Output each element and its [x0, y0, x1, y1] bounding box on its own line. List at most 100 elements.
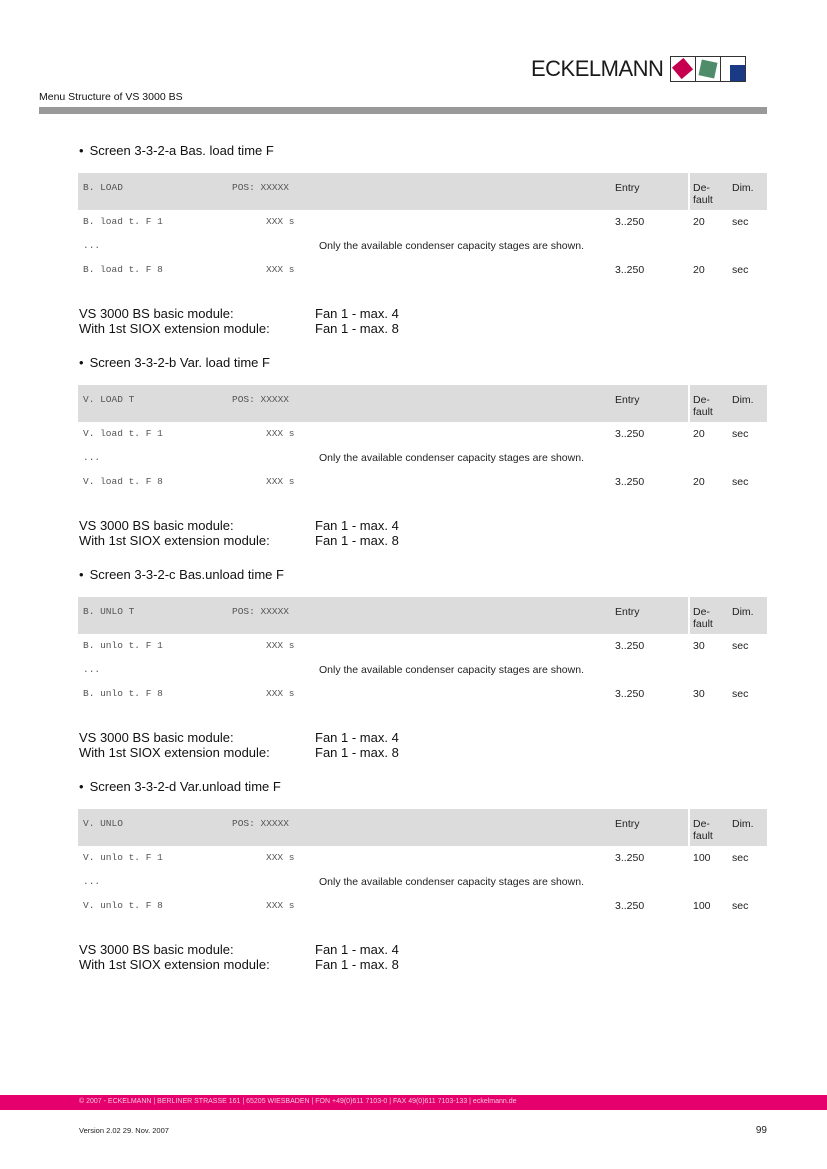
document-subtitle: Menu Structure of VS 3000 BS: [39, 91, 183, 103]
screen-label: B. LOAD: [83, 182, 123, 193]
page-number: 99: [755, 1125, 767, 1136]
parameter-label: B. load t. F 1: [83, 216, 163, 227]
table-row: B. unlo t. F 1 XXX s 3..250 30 sec: [78, 634, 767, 658]
module-info: VS 3000 BS basic module: Fan 1 - max. 4 W…: [79, 306, 399, 336]
module-value: Fan 1 - max. 8: [315, 957, 399, 972]
module-row: VS 3000 BS basic module: Fan 1 - max. 4: [79, 518, 399, 533]
dimension-unit: sec: [732, 688, 749, 700]
entry-range: 3..250: [615, 216, 645, 228]
parameter-value: XXX s: [266, 900, 295, 911]
header-separator: [688, 597, 690, 634]
parameter-label: B. unlo t. F 1: [83, 640, 163, 651]
module-value: Fan 1 - max. 8: [315, 321, 399, 336]
dimension-unit: sec: [732, 852, 749, 864]
module-row: With 1st SIOX extension module: Fan 1 - m…: [79, 321, 399, 336]
eckelmann-logo: ECKELMANN: [531, 56, 747, 82]
header-dim: Dim.: [732, 818, 754, 830]
parameter-value: XXX s: [266, 264, 295, 275]
logo-red-diamond-icon: [672, 57, 694, 80]
module-name: With 1st SIOX extension module:: [79, 957, 270, 972]
section-title-text: Screen 3-3-2-b Var. load time F: [89, 355, 270, 370]
module-name: VS 3000 BS basic module:: [79, 518, 234, 533]
header-entry: Entry: [615, 818, 640, 830]
module-name: VS 3000 BS basic module:: [79, 942, 234, 957]
row-note: Only the available condenser capacity st…: [319, 452, 584, 464]
parameter-value: XXX s: [266, 688, 295, 699]
logo-green-square-icon: [698, 59, 718, 79]
section-title: • Screen 3-3-2-d Var.unload time F: [79, 779, 281, 794]
footer-contact: © 2007 - ECKELMANN | BERLINER STRASSE 16…: [79, 1098, 517, 1105]
default-value: 20: [693, 264, 705, 276]
parameter-value: XXX s: [266, 428, 295, 439]
bullet-icon: •: [79, 355, 84, 370]
logo-squares-icon: [670, 56, 747, 82]
dimension-unit: sec: [732, 428, 749, 440]
header-entry: Entry: [615, 182, 640, 194]
entry-range: 3..250: [615, 900, 645, 912]
dimension-unit: sec: [732, 264, 749, 276]
header-entry: Entry: [615, 606, 640, 618]
screen-label: V. LOAD T: [83, 394, 135, 405]
module-name: VS 3000 BS basic module:: [79, 306, 234, 321]
default-value: 20: [693, 428, 705, 440]
default-value: 30: [693, 688, 705, 700]
module-name: With 1st SIOX extension module:: [79, 533, 270, 548]
header-default-line1: De-: [693, 394, 710, 406]
module-value: Fan 1 - max. 4: [315, 518, 399, 533]
header-default-line1: De-: [693, 818, 710, 830]
screen-table: V. UNLO POS: XXXXX Entry De-fault Dim. V…: [78, 809, 767, 918]
section-title-text: Screen 3-3-2-c Bas.unload time F: [89, 567, 284, 582]
module-value: Fan 1 - max. 4: [315, 306, 399, 321]
table-row: ... Only the available condenser capacit…: [78, 446, 767, 470]
parameter-label: ...: [83, 452, 101, 463]
table-row: ... Only the available condenser capacit…: [78, 234, 767, 258]
module-name: VS 3000 BS basic module:: [79, 730, 234, 745]
table-row: V. unlo t. F 1 XXX s 3..250 100 sec: [78, 846, 767, 870]
screen-table: B. UNLO T POS: XXXXX Entry De-fault Dim.…: [78, 597, 767, 706]
parameter-label: V. load t. F 8: [83, 476, 163, 487]
header-dim: Dim.: [732, 182, 754, 194]
section-title-text: Screen 3-3-2-d Var.unload time F: [89, 779, 281, 794]
header-separator: [688, 809, 690, 846]
module-value: Fan 1 - max. 8: [315, 533, 399, 548]
dimension-unit: sec: [732, 900, 749, 912]
module-value: Fan 1 - max. 4: [315, 730, 399, 745]
dimension-unit: sec: [732, 640, 749, 652]
entry-range: 3..250: [615, 476, 645, 488]
table-row: V. unlo t. F 8 XXX s 3..250 100 sec: [78, 894, 767, 918]
row-note: Only the available condenser capacity st…: [319, 664, 584, 676]
module-row: VS 3000 BS basic module: Fan 1 - max. 4: [79, 730, 399, 745]
header-dim: Dim.: [732, 606, 754, 618]
screen-table: V. LOAD T POS: XXXXX Entry De-fault Dim.…: [78, 385, 767, 494]
entry-range: 3..250: [615, 428, 645, 440]
bullet-icon: •: [79, 567, 84, 582]
module-info: VS 3000 BS basic module: Fan 1 - max. 4 W…: [79, 518, 399, 548]
parameter-value: XXX s: [266, 640, 295, 651]
table-header: B. UNLO T POS: XXXXX Entry De-fault Dim.: [78, 597, 767, 634]
header-default: De-fault: [693, 182, 713, 206]
header-default: De-fault: [693, 394, 713, 418]
module-row: With 1st SIOX extension module: Fan 1 - m…: [79, 533, 399, 548]
module-row: VS 3000 BS basic module: Fan 1 - max. 4: [79, 942, 399, 957]
parameter-label: ...: [83, 664, 101, 675]
table-row: B. load t. F 8 XXX s 3..250 20 sec: [78, 258, 767, 282]
table-row: B. load t. F 1 XXX s 3..250 20 sec: [78, 210, 767, 234]
bullet-icon: •: [79, 779, 84, 794]
module-value: Fan 1 - max. 4: [315, 942, 399, 957]
parameter-label: V. load t. F 1: [83, 428, 163, 439]
header-default-line1: De-: [693, 606, 710, 618]
pos-label: POS: XXXXX: [232, 182, 290, 193]
section-title: • Screen 3-3-2-a Bas. load time F: [79, 143, 274, 158]
pos-label: POS: XXXXX: [232, 606, 290, 617]
entry-range: 3..250: [615, 264, 645, 276]
parameter-label: ...: [83, 876, 101, 887]
header-separator: [688, 385, 690, 422]
version-info: Version 2.02 29. Nov. 2007: [79, 1126, 169, 1135]
default-value: 30: [693, 640, 705, 652]
module-row: With 1st SIOX extension module: Fan 1 - m…: [79, 957, 399, 972]
entry-range: 3..250: [615, 640, 645, 652]
parameter-label: B. load t. F 8: [83, 264, 163, 275]
default-value: 100: [693, 852, 711, 864]
parameter-label: B. unlo t. F 8: [83, 688, 163, 699]
parameter-label: V. unlo t. F 8: [83, 900, 163, 911]
